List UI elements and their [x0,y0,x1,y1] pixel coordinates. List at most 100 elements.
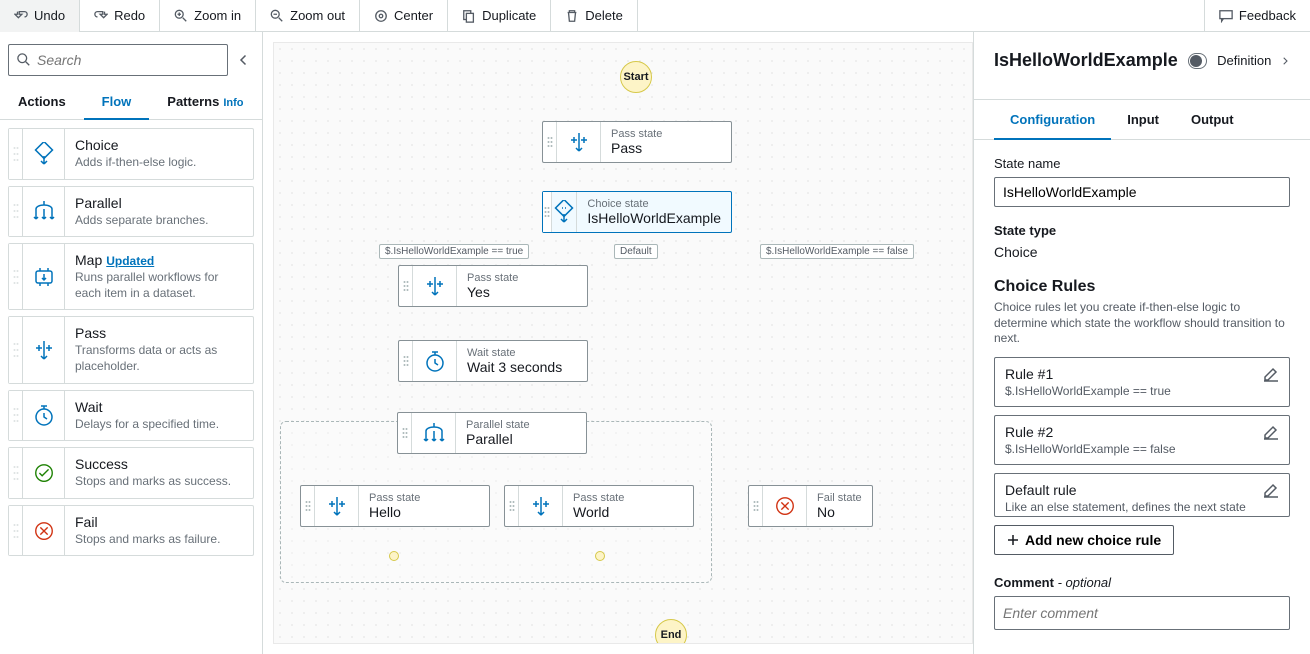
toolbar: Undo Redo Zoom in Zoom out Center Duplic… [0,0,1310,32]
pass-icon [315,486,359,526]
wait-icon [23,391,65,441]
center-icon [374,9,388,23]
node-wait[interactable]: Wait stateWait 3 seconds [398,340,588,382]
choice-icon [552,192,578,232]
map-icon [23,244,65,309]
tab-actions[interactable]: Actions [0,84,84,119]
node-pass[interactable]: Pass statePass [542,121,732,163]
center-button[interactable]: Center [360,0,448,32]
zoom-in-button[interactable]: Zoom in [160,0,256,32]
edit-icon[interactable] [1263,482,1279,498]
flow-list: ChoiceAdds if-then-else logic. ParallelAd… [0,120,262,570]
pass-icon [519,486,563,526]
edge-label-true: $.IsHelloWorldExample == true [379,244,529,259]
definition-toggle[interactable] [1188,53,1207,69]
rule-default[interactable]: Default ruleLike an else statement, defi… [994,473,1290,517]
duplicate-icon [462,9,476,23]
search-icon [17,53,31,67]
comment-input[interactable] [994,596,1290,630]
rule-1[interactable]: Rule #1$.IsHelloWorldExample == true [994,357,1290,407]
flow-item-fail[interactable]: FailStops and marks as failure. [8,505,254,557]
tab-input[interactable]: Input [1111,100,1175,139]
fail-icon [23,506,65,556]
state-title: IsHelloWorldExample [994,50,1178,71]
info-link[interactable]: Info [223,97,243,109]
chevron-right-icon[interactable] [1281,54,1290,68]
flow-item-parallel[interactable]: ParallelAdds separate branches. [8,186,254,238]
choice-rules-desc: Choice rules let you create if-then-else… [994,300,1290,347]
redo-button[interactable]: Redo [80,0,160,32]
drag-handle-icon [9,129,23,179]
add-rule-button[interactable]: Add new choice rule [994,525,1174,555]
node-world[interactable]: Pass stateWorld [504,485,694,527]
comment-label: Comment - optional [994,575,1290,590]
state-name-label: State name [994,156,1290,171]
undo-icon [14,9,28,23]
choice-icon [23,129,65,179]
redo-icon [94,9,108,23]
tab-patterns[interactable]: PatternsInfo [149,84,261,119]
collapse-left-button[interactable] [234,48,254,72]
zoom-in-label: Zoom in [194,8,241,23]
drag-handle-icon [9,391,23,441]
node-hello[interactable]: Pass stateHello [300,485,490,527]
tab-configuration[interactable]: Configuration [994,100,1111,139]
node-yes[interactable]: Pass stateYes [398,265,588,307]
left-tabs: Actions Flow PatternsInfo [0,84,262,120]
state-type-value: Choice [994,244,1290,260]
flow-item-pass[interactable]: PassTransforms data or acts as placehold… [8,316,254,383]
duplicate-button[interactable]: Duplicate [448,0,551,32]
tab-output[interactable]: Output [1175,100,1250,139]
parallel-icon [23,187,65,237]
delete-button[interactable]: Delete [551,0,638,32]
branch-endpoint [389,551,399,561]
choice-rules-heading: Choice Rules [994,278,1290,296]
zoom-out-icon [270,9,284,23]
state-type-label: State type [994,223,1290,238]
tab-flow[interactable]: Flow [84,84,150,119]
parallel-icon [412,413,456,453]
updated-badge: Updated [106,254,154,268]
edit-icon[interactable] [1263,366,1279,382]
search-input[interactable] [37,52,219,68]
pass-icon [557,122,601,162]
node-parallel[interactable]: Parallel stateParallel [397,412,587,454]
center-label: Center [394,8,433,23]
pass-icon [23,317,65,382]
flow-item-success[interactable]: SuccessStops and marks as success. [8,447,254,499]
chevron-left-icon [238,54,250,66]
undo-label: Undo [34,8,65,23]
workflow-canvas[interactable]: Start Pass statePass Choice stateIsHello… [273,42,973,644]
delete-label: Delete [585,8,623,23]
edge-label-false: $.IsHelloWorldExample == false [760,244,914,259]
flow-item-wait[interactable]: WaitDelays for a specified time. [8,390,254,442]
drag-handle-icon [9,187,23,237]
zoom-out-button[interactable]: Zoom out [256,0,360,32]
drag-handle-icon [9,244,23,309]
edit-icon[interactable] [1263,424,1279,440]
rule-2[interactable]: Rule #2$.IsHelloWorldExample == false [994,415,1290,465]
undo-button[interactable]: Undo [0,0,80,32]
success-icon [23,448,65,498]
state-name-input[interactable] [994,177,1290,207]
right-tabs: Configuration Input Output [974,99,1310,140]
feedback-label: Feedback [1239,8,1296,23]
start-node[interactable]: Start [620,61,652,93]
feedback-button[interactable]: Feedback [1204,0,1310,32]
branch-endpoint [595,551,605,561]
drag-handle-icon [9,448,23,498]
search-box[interactable] [8,44,228,76]
flow-item-map[interactable]: MapUpdatedRuns parallel workflows for ea… [8,243,254,310]
node-no[interactable]: Fail stateNo [748,485,873,527]
trash-icon [565,9,579,23]
feedback-icon [1219,9,1233,23]
zoom-in-icon [174,9,188,23]
flow-item-choice[interactable]: ChoiceAdds if-then-else logic. [8,128,254,180]
node-choice[interactable]: Choice stateIsHelloWorldExample [542,191,732,233]
pass-icon [413,266,457,306]
wait-icon [413,341,457,381]
end-node[interactable]: End [655,619,687,644]
drag-handle-icon [9,317,23,382]
definition-label: Definition [1217,53,1271,68]
edge-label-default: Default [614,244,658,259]
